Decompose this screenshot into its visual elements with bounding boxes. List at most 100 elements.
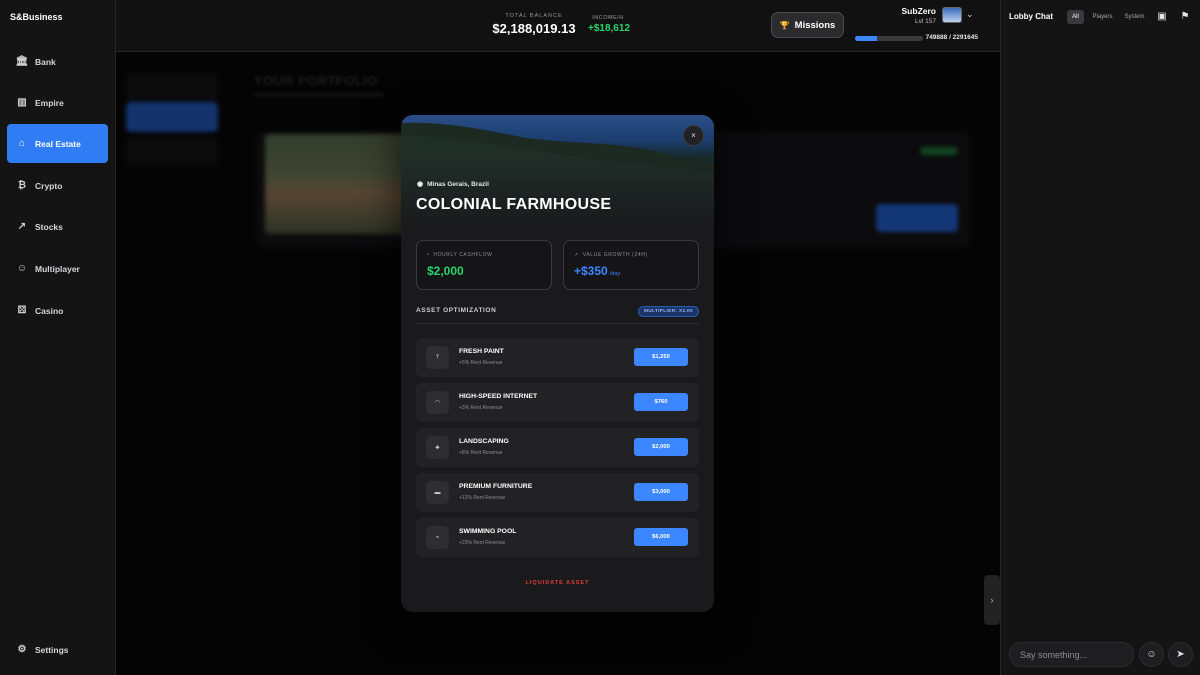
sidebar-item-label: Multiplayer — [35, 263, 80, 274]
send-button[interactable]: ➤ — [1168, 642, 1193, 667]
sidebar-item-real-estate[interactable]: ⌂ Real Estate — [7, 124, 108, 163]
send-icon: ➤ — [1176, 649, 1185, 660]
hourly-cashflow-value: $2,000 — [427, 264, 464, 278]
sidebar-item-bank[interactable]: 🏛 Bank — [7, 42, 108, 81]
upgrade-name: SWIMMING POOL — [459, 528, 517, 535]
upgrade-swimming-pool: ≈ SWIMMING POOL +20% Rent Revenue $6,000 — [416, 518, 699, 557]
sidebar-item-label: Casino — [35, 305, 64, 316]
upgrade-desc: +5% Rent Revenue — [459, 360, 503, 366]
top-bar: TOTAL BALANCE $2,188,019.13 INCOME/H +$1… — [116, 0, 1000, 52]
sidebar-item-label: Real Estate — [35, 138, 81, 149]
couch-icon: ▬ — [426, 481, 449, 504]
trend-icon: ↗ — [17, 221, 27, 232]
chevron-right-icon: › — [990, 595, 994, 605]
upgrade-premium-furniture: ▬ PREMIUM FURNITURE +12% Rent Revenue $3… — [416, 473, 699, 512]
chat-input[interactable] — [1009, 642, 1134, 667]
asset-title: COLONIAL FARMHOUSE — [416, 196, 612, 213]
value-growth-unit: /day — [609, 271, 621, 277]
total-balance-value: $2,188,019.13 — [492, 21, 576, 36]
sidebar-item-label: Settings — [35, 644, 69, 655]
upgrade-desc: +12% Rent Revenue — [459, 495, 506, 501]
divider — [416, 323, 699, 324]
value-growth-card: ↗ VALUE GROWTH (24H) +$350/day — [563, 240, 699, 290]
chevron-down-icon[interactable]: ⌄ — [966, 9, 974, 20]
sidebar-item-settings[interactable]: ⚙ Settings — [7, 630, 108, 669]
house-icon: ⌂ — [18, 138, 26, 149]
sidebar-item-label: Stocks — [35, 221, 63, 232]
pool-icon: ≈ — [426, 526, 449, 549]
sidebar-item-label: Bank — [35, 56, 56, 67]
bitcoin-icon: ₿ — [17, 180, 27, 191]
income-label: INCOME/H — [592, 15, 624, 21]
xp-progress-fill — [855, 36, 878, 41]
growth-icon: ↗ — [574, 252, 579, 258]
upgrade-name: PREMIUM FURNITURE — [459, 483, 533, 490]
sidebar-item-stocks[interactable]: ↗ Stocks — [7, 207, 108, 246]
buy-upgrade-button[interactable]: $2,000 — [634, 438, 688, 456]
username: SubZero — [901, 6, 936, 16]
upgrade-name: LANDSCAPING — [459, 438, 509, 445]
wifi-icon: ◠ — [426, 391, 449, 414]
upgrade-desc: +3% Rent Revenue — [459, 405, 503, 411]
total-balance-label: TOTAL BALANCE — [505, 13, 563, 19]
sidebar: S&Business 🏛 Bank ▥ Empire ⌂ Real Estate… — [0, 0, 116, 675]
chat-tab-system[interactable]: System — [1121, 10, 1148, 24]
sidebar-item-label: Empire — [35, 97, 64, 108]
hourly-cashflow-label: • HOURLY CASHFLOW — [427, 252, 493, 258]
buy-upgrade-button[interactable]: $1,250 — [634, 348, 688, 366]
sidebar-item-crypto[interactable]: ₿ Crypto — [7, 166, 108, 205]
flag-icon[interactable]: ⚑ — [1179, 10, 1191, 22]
gear-icon: ⚙ — [17, 644, 27, 655]
asset-modal: × ◉ Minas Gerais, Brazil COLONIAL FARMHO… — [401, 115, 714, 612]
tree-icon: ♣ — [426, 436, 449, 459]
multiplier-badge: MULTIPLIER: X1.00 — [638, 306, 699, 317]
close-icon: × — [691, 131, 696, 140]
user-level: Lvl 157 — [915, 18, 936, 25]
users-icon: ☺ — [16, 263, 28, 274]
sidebar-item-empire[interactable]: ▥ Empire — [7, 83, 108, 122]
upgrade-fresh-paint: ⫯ FRESH PAINT +5% Rent Revenue $1,250 — [416, 338, 699, 377]
dice-icon: ⚄ — [17, 305, 27, 316]
sidebar-item-multiplayer[interactable]: ☺ Multiplayer — [7, 249, 108, 288]
value-growth-label: ↗ VALUE GROWTH (24H) — [574, 252, 648, 258]
liquidate-asset-button[interactable]: LIQUIDATE ASSET — [401, 580, 714, 586]
sidebar-item-casino[interactable]: ⚄ Casino — [7, 291, 108, 330]
xp-progress-bar — [855, 36, 923, 41]
upgrade-high-speed-internet: ◠ HIGH-SPEED INTERNET +3% Rent Revenue $… — [416, 383, 699, 422]
buy-upgrade-button[interactable]: $6,000 — [634, 528, 688, 546]
building-icon: ▥ — [17, 97, 27, 108]
buy-upgrade-button[interactable]: $760 — [634, 393, 688, 411]
close-button[interactable]: × — [683, 125, 704, 146]
income-value: +$18,612 — [588, 23, 630, 34]
hero-fade — [401, 155, 714, 227]
emoji-button[interactable]: ☺ — [1139, 642, 1164, 667]
smiley-icon: ☺ — [1146, 649, 1157, 660]
avatar[interactable] — [942, 7, 962, 23]
paint-roller-icon: ⫯ — [426, 346, 449, 369]
bank-icon: 🏛 — [15, 56, 29, 67]
upgrade-name: HIGH-SPEED INTERNET — [459, 393, 538, 400]
hourly-cashflow-card: • HOURLY CASHFLOW $2,000 — [416, 240, 552, 290]
brand-logo: S&Business — [10, 12, 63, 22]
upgrade-desc: +8% Rent Revenue — [459, 450, 503, 456]
missions-label: Missions — [794, 19, 836, 31]
cashflow-icon: • — [427, 252, 430, 258]
optimization-heading: ASSET OPTIMIZATION — [416, 307, 497, 314]
discord-icon[interactable]: ▣ — [1156, 10, 1168, 22]
chat-tab-players[interactable]: Players — [1089, 10, 1116, 24]
location: ◉ Minas Gerais, Brazil — [417, 180, 489, 189]
sidebar-item-label: Crypto — [35, 180, 63, 191]
location-text: Minas Gerais, Brazil — [427, 180, 489, 188]
upgrade-name: FRESH PAINT — [459, 348, 504, 355]
map-pin-icon: ◉ — [417, 181, 424, 188]
chat-tab-all[interactable]: All — [1067, 10, 1084, 24]
trophy-icon: 🏆 — [779, 20, 790, 30]
buy-upgrade-button[interactable]: $3,000 — [634, 483, 688, 501]
chat-panel: Lobby Chat All Players System ▣ ⚑ ☺ ➤ — [1000, 0, 1200, 675]
upgrade-landscaping: ♣ LANDSCAPING +8% Rent Revenue $2,000 — [416, 428, 699, 467]
missions-button[interactable]: 🏆 Missions — [771, 12, 844, 38]
collapse-right-button[interactable]: › — [984, 575, 1000, 625]
chat-title: Lobby Chat — [1009, 12, 1053, 21]
value-growth-value: +$350/day — [574, 264, 621, 278]
upgrade-desc: +20% Rent Revenue — [459, 540, 506, 546]
